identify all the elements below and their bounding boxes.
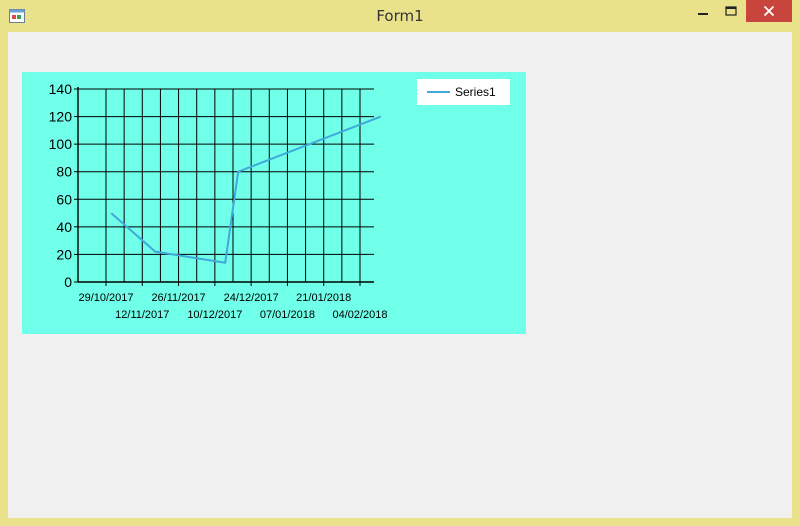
x-tick-label: 26/11/2017: [151, 292, 205, 304]
x-tick-label: 12/11/2017: [115, 309, 169, 321]
y-tick-label: 120: [49, 109, 73, 125]
x-tick-label: 24/12/2017: [224, 292, 279, 304]
x-tick-label: 10/12/2017: [187, 309, 242, 321]
form1-window: Form1 0 20 40 60 80 100 120 140 29/10/2017 12/11/…: [0, 0, 800, 526]
x-tick-label: 21/01/2018: [296, 292, 351, 304]
y-tick-label: 0: [64, 274, 72, 290]
title-bar[interactable]: Form1: [0, 0, 800, 32]
minimize-icon: [698, 13, 708, 15]
chart-canvas: 0 20 40 60 80 100 120 140 29/10/2017 12/11/2017 26…: [49, 79, 510, 321]
maximize-icon: [725, 6, 737, 16]
legend-label-series1: Series1: [455, 85, 496, 99]
x-tick-label: 07/01/2018: [260, 309, 315, 321]
y-tick-label: 40: [56, 219, 72, 235]
x-tick-label: 29/10/2017: [78, 292, 133, 304]
close-icon: [763, 5, 775, 17]
line-chart: 0 20 40 60 80 100 120 140 29/10/2017 12/11/2017 26…: [22, 72, 526, 334]
x-tick-label: 04/02/2018: [332, 309, 387, 321]
series-line-series1: [110, 115, 382, 264]
y-tick-label: 100: [49, 136, 73, 152]
minimize-button[interactable]: [690, 0, 716, 22]
y-tick-label: 60: [56, 191, 72, 207]
close-button[interactable]: [746, 0, 792, 22]
window-title: Form1: [376, 7, 424, 25]
y-tick-label: 140: [49, 81, 73, 97]
y-tick-label: 80: [56, 164, 72, 180]
maximize-button[interactable]: [718, 0, 744, 22]
chart-legend: Series1: [417, 79, 510, 105]
y-tick-label: 20: [56, 246, 72, 262]
